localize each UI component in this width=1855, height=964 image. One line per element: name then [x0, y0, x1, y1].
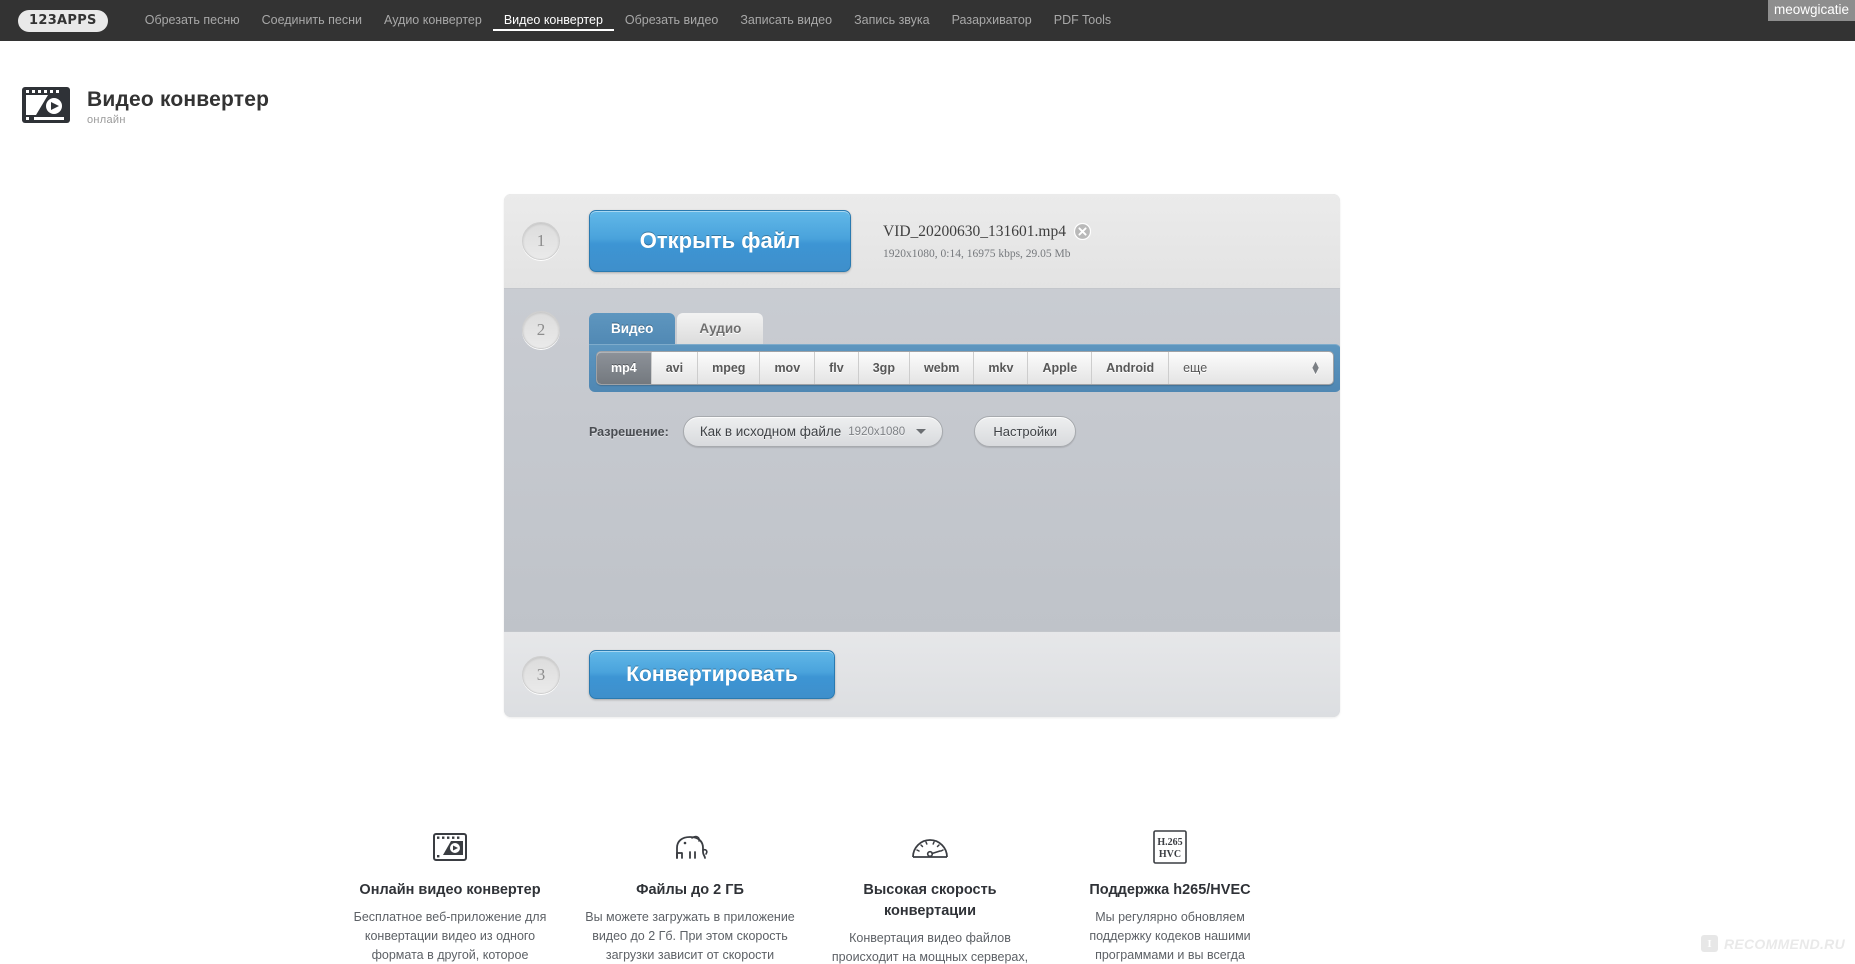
recommend-watermark: I RECOMMEND.RU [1700, 935, 1845, 952]
format-option-mp4[interactable]: mp4 [597, 352, 652, 384]
top-watermark: meowgicatie [1767, 0, 1855, 22]
step-2-body: Видео Аудио mp4 avi mpeg mov flv 3gp web… [589, 311, 1340, 631]
step-3-number: 3 [522, 655, 560, 694]
format-option-more[interactable]: еще ▲ ▼ [1169, 352, 1333, 384]
file-metadata-label: 1920x1080, 0:14, 16975 kbps, 29.05 Mb [883, 247, 1071, 260]
format-more-label: еще [1183, 361, 1208, 375]
step-2-number: 2 [522, 311, 560, 349]
h265-badge-icon: H.265 HVC [1064, 827, 1276, 867]
resolution-label: Разрешение: [589, 424, 669, 439]
video-converter-logo-icon [20, 79, 72, 136]
format-option-mpeg[interactable]: mpeg [698, 352, 761, 384]
resolution-value: Как в исходном файле [699, 424, 842, 439]
feature-body: Мы регулярно обновляем поддержку кодеков… [1089, 910, 1251, 962]
feature-title: Онлайн видео конвертер [359, 882, 541, 898]
selected-file-info: VID_20200630_131601.mp4 1920x1080, 0:14,… [883, 222, 1092, 260]
format-option-mov[interactable]: mov [760, 352, 816, 384]
page-subtitle: онлайн [87, 114, 126, 127]
feature-speed: Высокая скорость конвертации Конвертация… [810, 827, 1050, 964]
brand-logo-123apps[interactable]: 123APPS [18, 9, 108, 32]
page-title-block: Видео конвертер онлайн [87, 88, 269, 126]
resolution-row: Разрешение: Как в исходном файле 1920x10… [589, 416, 1340, 447]
feature-list: Онлайн видео конвертер Бесплатное веб-пр… [330, 827, 1290, 964]
nav-item-trim-song[interactable]: Обрезать песню [134, 10, 251, 31]
recommend-badge-icon: I [1700, 935, 1718, 952]
step-2-format-options: 2 Видео Аудио mp4 avi mpeg mov flv 3gp w… [504, 289, 1340, 631]
open-file-button[interactable]: Открыть файл [589, 210, 851, 272]
format-option-apple[interactable]: Apple [1028, 352, 1093, 384]
svg-text:HVC: HVC [1159, 849, 1181, 860]
step-3-convert: 3 Конвертировать [504, 631, 1340, 717]
feature-body: Вы можете загружать в приложение видео д… [585, 910, 795, 962]
feature-online-converter: Онлайн видео конвертер Бесплатное веб-пр… [330, 827, 570, 964]
converter-panel: 1 Открыть файл VID_20200630_131601.mp4 1… [504, 194, 1340, 717]
page-title: Видео конвертер [87, 87, 270, 111]
tab-audio[interactable]: Аудио [677, 313, 764, 344]
file-name-row: VID_20200630_131601.mp4 [883, 222, 1092, 241]
settings-button[interactable]: Настройки [974, 416, 1077, 447]
page-header: Видео конвертер онлайн [0, 41, 1855, 147]
resolution-dropdown[interactable]: Как в исходном файле 1920x1080 [682, 416, 944, 447]
media-type-tabs: Видео Аудио [589, 313, 1340, 344]
elephant-icon [584, 827, 796, 867]
resolution-dimensions: 1920x1080 [848, 425, 906, 438]
convert-button[interactable]: Конвертировать [589, 650, 835, 699]
chevron-down-icon [916, 429, 927, 434]
remove-file-icon[interactable] [1073, 222, 1092, 241]
format-button-group: mp4 avi mpeg mov flv 3gp webm mkv Apple … [596, 351, 1334, 385]
feature-body: Конвертация видео файлов происходит на м… [831, 931, 1029, 964]
nav-item-list: Обрезать песню Соединить песни Аудио кон… [134, 10, 1122, 31]
format-option-mkv[interactable]: mkv [974, 352, 1029, 384]
recommend-watermark-text: RECOMMEND.RU [1723, 935, 1845, 952]
nav-item-trim-video[interactable]: Обрезать видео [614, 10, 729, 31]
step-1-open-file: 1 Открыть файл VID_20200630_131601.mp4 1… [504, 194, 1340, 289]
film-strip-icon [344, 827, 556, 867]
speedometer-icon [824, 827, 1036, 867]
format-option-3gp[interactable]: 3gp [859, 352, 910, 384]
feature-title: Поддержка h265/HVEC [1089, 882, 1251, 898]
stepper-arrows-icon[interactable]: ▲ ▼ [1310, 359, 1321, 376]
tab-video[interactable]: Видео [589, 313, 676, 344]
feature-file-size: Файлы до 2 ГБ Вы можете загружать в прил… [570, 827, 810, 964]
format-option-android[interactable]: Android [1092, 352, 1170, 384]
top-navigation-bar: 123APPS Обрезать песню Соединить песни А… [0, 0, 1855, 41]
nav-item-audio-converter[interactable]: Аудио конвертер [373, 10, 493, 31]
feature-title: Файлы до 2 ГБ [636, 882, 744, 898]
nav-item-pdf-tools[interactable]: PDF Tools [1043, 10, 1122, 31]
file-name-label: VID_20200630_131601.mp4 [883, 222, 1066, 240]
nav-item-archive-extractor[interactable]: Разархиватор [941, 10, 1043, 31]
feature-h265: H.265 HVC Поддержка h265/HVEC Мы регуляр… [1050, 827, 1290, 964]
format-selector-bar: mp4 avi mpeg mov flv 3gp webm mkv Apple … [589, 344, 1340, 392]
step-1-number: 1 [522, 222, 560, 260]
feature-title: Высокая скорость конвертации [863, 882, 997, 920]
format-option-webm[interactable]: webm [910, 352, 975, 384]
format-option-avi[interactable]: avi [652, 352, 699, 384]
feature-body: Бесплатное веб-приложение для конвертаци… [353, 910, 547, 962]
nav-item-join-songs[interactable]: Соединить песни [251, 10, 373, 31]
svg-text:H.265: H.265 [1157, 837, 1182, 848]
nav-item-video-converter[interactable]: Видео конвертер [492, 10, 614, 31]
format-option-flv[interactable]: flv [815, 352, 859, 384]
nav-item-record-audio[interactable]: Запись звука [843, 10, 941, 31]
nav-item-record-video[interactable]: Записать видео [729, 10, 843, 31]
